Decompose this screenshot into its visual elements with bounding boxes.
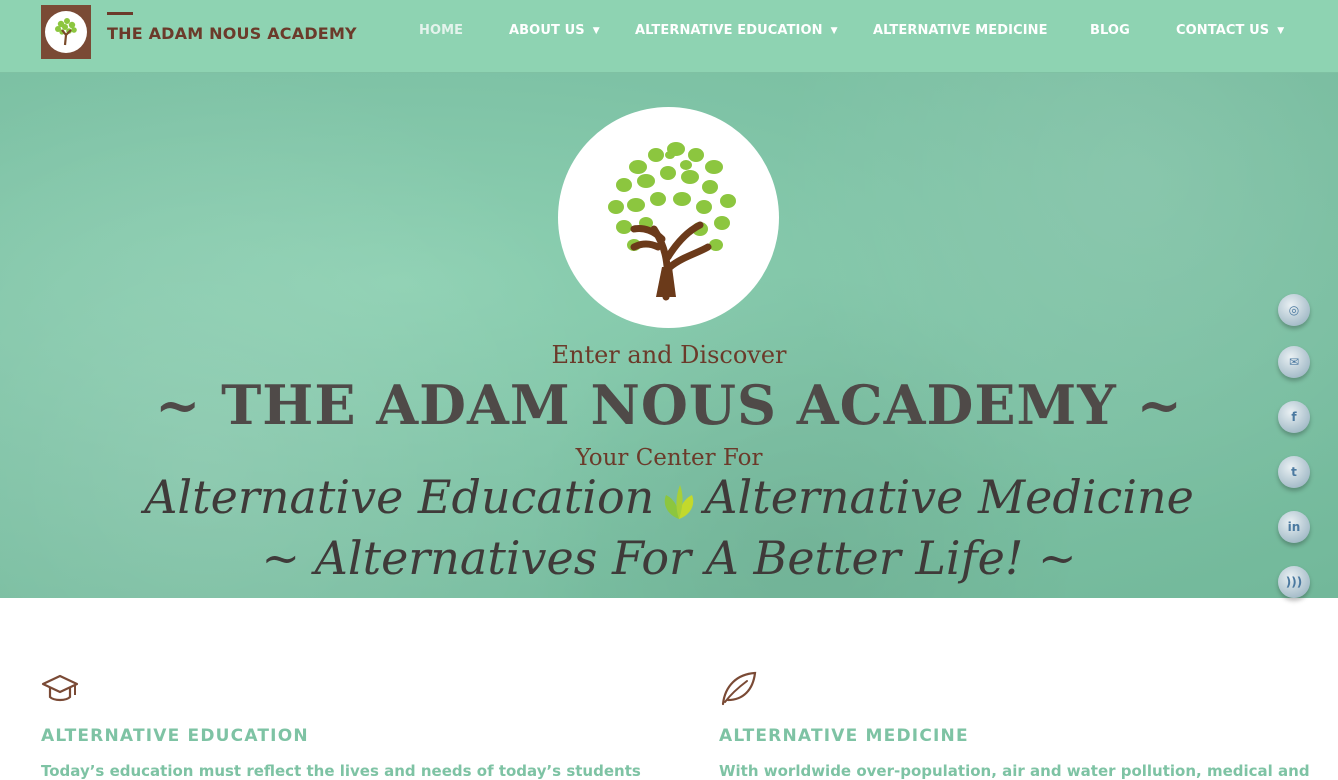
hero-script-medicine: Alternative Medicine (704, 470, 1194, 524)
instagram-icon[interactable]: ◎ (1278, 294, 1310, 326)
rss-icon[interactable]: ))) (1278, 566, 1310, 598)
nav-alternative-education[interactable]: ALTERNATIVE EDUCATION ▼ (635, 23, 838, 38)
site-header: THE ADAM NOUS ACADEMY HOME ABOUT US ▼ ALT… (0, 0, 1338, 73)
linkedin-glyph: in (1287, 520, 1301, 534)
facebook-glyph: f (1291, 410, 1297, 424)
hero-banner: Enter and Discover ~ THE ADAM NOUS ACADE… (0, 73, 1338, 598)
nav-blog-label: BLOG (1090, 23, 1130, 38)
hero-script-line2: ~ Alternatives For A Better Life! ~ (261, 531, 1077, 585)
hero-script-line1: Alternative Education Alternative Medicin… (0, 470, 1338, 524)
nav-about-us-label: ABOUT US (509, 23, 585, 38)
rss-glyph: ))) (1285, 575, 1303, 589)
nav-blog[interactable]: BLOG (1090, 23, 1130, 38)
nav-about-us[interactable]: ABOUT US ▼ (509, 23, 600, 38)
linkedin-icon[interactable]: in (1278, 511, 1310, 543)
feature-title: ALTERNATIVE MEDICINE (719, 726, 969, 746)
instagram-glyph: ◎ (1288, 303, 1300, 317)
nav-contact-us[interactable]: CONTACT US ▼ (1176, 23, 1284, 38)
main-nav: HOME ABOUT US ▼ ALTERNATIVE EDUCATION ▼ AL… (0, 0, 1338, 62)
feature-alternative-education: ALTERNATIVE EDUCATION Today’s education … (41, 670, 641, 780)
nav-contact-us-label: CONTACT US (1176, 23, 1270, 38)
hero-logo-circle (558, 107, 779, 328)
hero-title: ~ THE ADAM NOUS ACADEMY ~ (155, 373, 1183, 437)
tree-icon (608, 142, 736, 301)
feature-title: ALTERNATIVE EDUCATION (41, 726, 309, 746)
email-glyph: ✉ (1288, 355, 1300, 369)
feature-alternative-medicine: ALTERNATIVE MEDICINE With worldwide over… (719, 670, 1310, 780)
hero-tagline-center: Your Center For (575, 445, 763, 471)
sprout-icon (665, 485, 694, 519)
twitter-icon[interactable]: t (1278, 456, 1310, 488)
leaf-icon (721, 671, 757, 706)
nav-home[interactable]: HOME (419, 23, 463, 38)
chevron-down-icon: ▼ (592, 26, 600, 36)
chevron-down-icon: ▼ (830, 26, 838, 36)
feature-text: With worldwide over-population, air and … (719, 762, 1310, 780)
nav-alternative-medicine-label: ALTERNATIVE MEDICINE (873, 23, 1048, 38)
hero-script-education: Alternative Education (144, 470, 655, 524)
chevron-down-icon: ▼ (1277, 26, 1285, 36)
hero-tagline-enter: Enter and Discover (551, 341, 787, 369)
nav-alternative-education-label: ALTERNATIVE EDUCATION (635, 23, 823, 38)
email-icon[interactable]: ✉ (1278, 346, 1310, 378)
graduation-cap-icon (41, 674, 79, 702)
nav-home-label: HOME (419, 23, 464, 38)
nav-alternative-medicine[interactable]: ALTERNATIVE MEDICINE (873, 23, 1048, 38)
twitter-glyph: t (1291, 465, 1297, 479)
facebook-icon[interactable]: f (1278, 401, 1310, 433)
feature-text: Today’s education must reflect the lives… (41, 762, 641, 780)
